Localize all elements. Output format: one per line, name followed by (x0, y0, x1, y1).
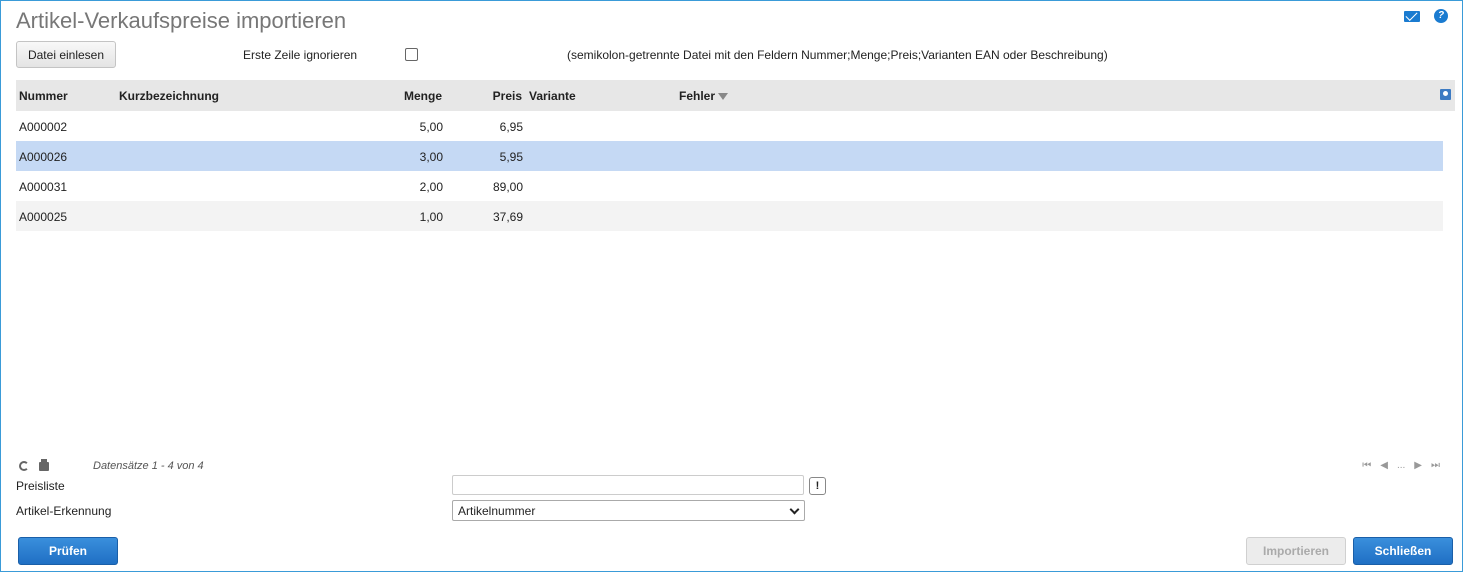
cell-nummer: A000002 (19, 120, 68, 134)
column-header-preis[interactable]: Preis (493, 89, 522, 103)
cell-preis: 5,95 (499, 150, 523, 164)
last-page-icon[interactable]: ⏭ (1431, 460, 1440, 471)
cell-preis: 37,69 (492, 210, 523, 224)
column-settings-icon[interactable] (1440, 89, 1451, 100)
print-icon[interactable] (39, 458, 49, 471)
cell-menge: 3,00 (419, 150, 443, 164)
prev-page-icon[interactable]: ◀ (1380, 460, 1388, 471)
pager: ⏮ ◀ ... ▶ ⏭ (1362, 460, 1440, 471)
pruefen-button[interactable]: Prüfen (18, 537, 118, 565)
page-title: Artikel-Verkaufspreise importieren (16, 8, 347, 33)
preisliste-info-button[interactable]: ! (809, 477, 826, 495)
chevron-down-icon (789, 504, 800, 515)
read-file-button[interactable]: Datei einlesen (16, 41, 116, 68)
column-header-variante[interactable]: Variante (529, 89, 576, 103)
grid-header: Nummer Kurzbezeichnung Menge Preis Varia… (16, 80, 1455, 111)
top-icons: ? (1404, 9, 1448, 23)
column-header-nummer[interactable]: Nummer (19, 89, 68, 103)
table-row[interactable]: A000025 1,00 37,69 (16, 201, 1443, 231)
column-header-fehler-label: Fehler (679, 89, 716, 103)
schliessen-button[interactable]: Schließen (1353, 537, 1453, 565)
cell-nummer: A000025 (19, 210, 68, 224)
cell-nummer: A000026 (19, 150, 68, 164)
cell-menge: 5,00 (419, 120, 443, 134)
artikel-erkennung-value: Artikelnummer (458, 504, 536, 518)
column-header-kurzbezeichnung[interactable]: Kurzbezeichnung (119, 89, 219, 103)
artikel-erkennung-select[interactable]: Artikelnummer (452, 500, 805, 521)
column-header-menge[interactable]: Menge (404, 89, 442, 103)
filter-icon[interactable] (718, 93, 729, 100)
dialog-window: Artikel-Verkaufspreise importieren ? Dat… (0, 0, 1463, 572)
cell-preis: 89,00 (492, 180, 523, 194)
importieren-button[interactable]: Importieren (1246, 537, 1346, 565)
grid-footer-icons (19, 458, 49, 471)
help-icon[interactable]: ? (1434, 9, 1448, 23)
artikel-erkennung-label: Artikel-Erkennung (16, 504, 112, 518)
cell-menge: 1,00 (419, 210, 443, 224)
first-page-icon[interactable]: ⏮ (1362, 460, 1371, 471)
refresh-icon[interactable] (19, 461, 29, 471)
format-hint: (semikolon-getrennte Datei mit den Felde… (567, 48, 1108, 62)
mail-icon[interactable] (1404, 10, 1420, 22)
next-page-icon[interactable]: ▶ (1414, 460, 1422, 471)
table-row[interactable]: A000002 5,00 6,95 (16, 111, 1443, 141)
cell-preis: 6,95 (499, 120, 523, 134)
grid-body: A000002 5,00 6,95 A000026 3,00 5,95 A000… (16, 111, 1443, 231)
column-header-fehler[interactable]: Fehler (679, 89, 729, 103)
table-row-selected[interactable]: A000026 3,00 5,95 (16, 141, 1443, 171)
cell-nummer: A000031 (19, 180, 68, 194)
cell-menge: 2,00 (419, 180, 443, 194)
page-ellipsis: ... (1396, 460, 1406, 471)
first-row-label: Erste Zeile ignorieren (243, 48, 358, 62)
record-count: Datensätze 1 - 4 von 4 (93, 460, 204, 472)
preisliste-input[interactable] (452, 475, 804, 495)
preisliste-label: Preisliste (16, 479, 65, 493)
table-row[interactable]: A000031 2,00 89,00 (16, 171, 1443, 201)
first-row-checkbox[interactable] (405, 48, 418, 61)
